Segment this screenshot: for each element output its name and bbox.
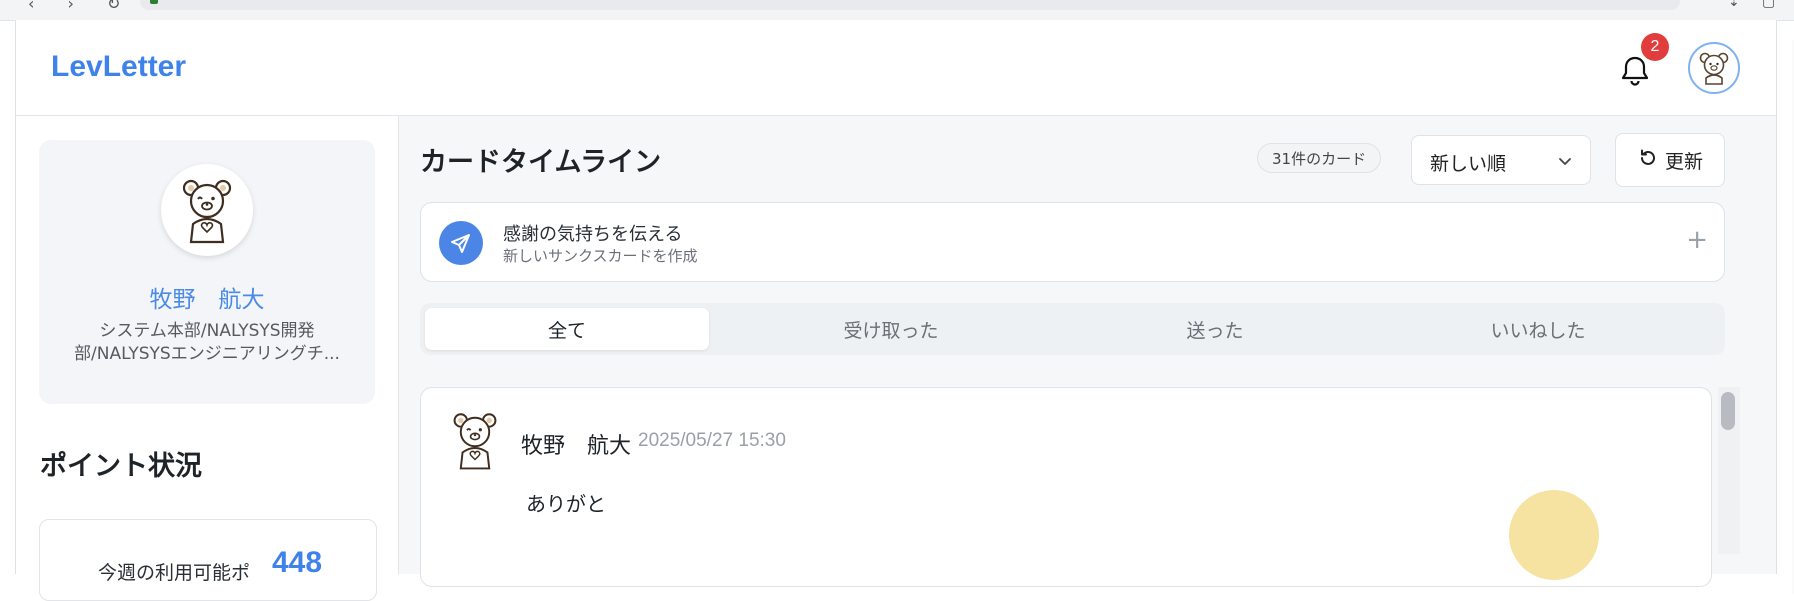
profile-department: システム本部/NALYSYS開発部/NALYSYSエンジニアリングチ... — [74, 321, 340, 364]
filter-tabs: 全て 受け取った 送った いいねした — [420, 303, 1725, 355]
points-value: 448 — [272, 546, 323, 579]
app-header: LevLetter 2 — [16, 20, 1776, 116]
compose-card-button[interactable]: 感謝の気持ちを伝える 新しいサンクスカードを作成 + — [420, 202, 1725, 282]
points-card: 今週の利用可能ポ 448 — [39, 519, 377, 601]
bear-avatar-icon — [1699, 52, 1729, 85]
card-timestamp: 2025/05/27 15:30 — [638, 430, 786, 451]
secure-indicator-icon — [150, 0, 158, 4]
sender-avatar — [445, 408, 505, 472]
card-message: ありがと — [526, 492, 606, 516]
address-bar[interactable] — [140, 0, 1680, 10]
profile-name[interactable]: 牧野 航大 — [39, 280, 375, 314]
user-avatar-button[interactable] — [1688, 42, 1740, 94]
profile-card: 牧野 航大 システム本部/NALYSYS開発部/NALYSYSエンジニアリングチ… — [39, 140, 375, 404]
points-section-title: ポイント状況 — [40, 451, 202, 482]
compose-title: 感謝の気持ちを伝える — [503, 224, 683, 245]
points-label: 今週の利用可能ポ — [98, 562, 251, 584]
scrollbar-thumb[interactable] — [1721, 392, 1735, 430]
sidebar: 牧野 航大 システム本部/NALYSYS開発部/NALYSYSエンジニアリングチ… — [16, 116, 399, 601]
refresh-button[interactable]: 更新 — [1615, 133, 1725, 187]
browser-toolbar: ‹ › ↻ ⇣ ▢ — [0, 0, 1794, 21]
profile-avatar — [161, 164, 253, 256]
card-sticker-image — [1509, 490, 1599, 580]
page-title: カードタイムライン — [420, 147, 662, 178]
card-count-badge: 31件のカード — [1257, 143, 1382, 173]
tab-liked[interactable]: いいねした — [1396, 308, 1680, 350]
window-menu-icon[interactable]: ▢ — [1762, 0, 1775, 10]
bear-avatar-icon — [453, 413, 497, 470]
tab-all[interactable]: 全て — [425, 308, 709, 350]
plus-icon: + — [1686, 225, 1708, 255]
tab-sent[interactable]: 送った — [1073, 308, 1357, 350]
refresh-label: 更新 — [1664, 150, 1703, 173]
download-icon[interactable]: ⇣ — [1728, 0, 1740, 10]
thanks-card[interactable]: 牧野 航大 2025/05/27 15:30 ありがと — [420, 387, 1712, 587]
browser-nav-icons[interactable]: ‹ › ↻ — [28, 0, 134, 13]
bear-avatar-icon — [182, 179, 232, 244]
notification-count-badge: 2 — [1641, 33, 1669, 61]
chevron-down-icon — [1556, 152, 1574, 174]
refresh-icon — [1637, 147, 1659, 174]
sort-select[interactable]: 新しい順 — [1411, 135, 1591, 185]
compose-subtitle: 新しいサンクスカードを作成 — [503, 247, 698, 265]
card-sender-name[interactable]: 牧野 航大 — [521, 428, 631, 460]
send-icon — [439, 221, 483, 265]
tab-received[interactable]: 受け取った — [749, 308, 1033, 350]
brand-logo[interactable]: LevLetter — [51, 50, 186, 84]
sort-selected-value: 新しい順 — [1430, 153, 1507, 175]
